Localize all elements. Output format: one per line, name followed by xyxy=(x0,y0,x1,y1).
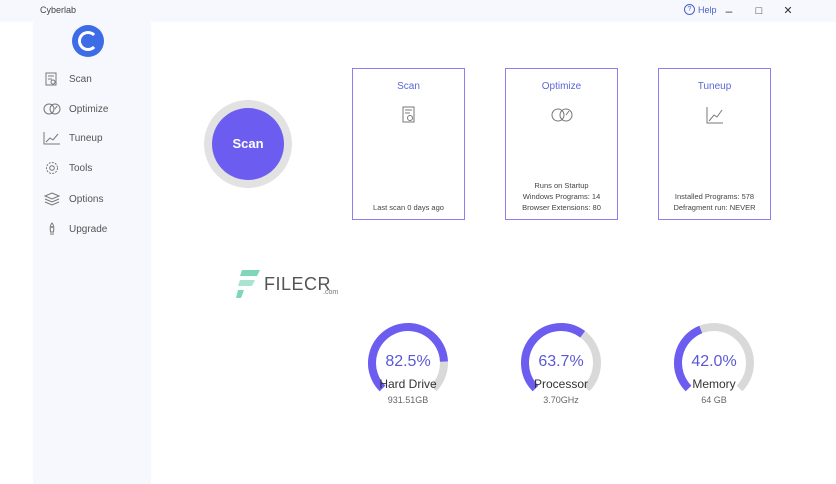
card-title: Tuneup xyxy=(697,81,732,92)
sidebar-item-scan[interactable]: Scan xyxy=(43,70,92,88)
close-button[interactable]: ✕ xyxy=(779,2,797,20)
app-logo xyxy=(72,25,104,57)
gauge-subvalue: 931.51GB xyxy=(387,395,429,405)
gauge-label: Memory xyxy=(692,377,736,391)
tuneup-card[interactable]: Tuneup Installed Programs: 578 Defragmen… xyxy=(658,68,771,220)
tuneup-icon xyxy=(43,132,60,145)
watermark-suffix: .com xyxy=(323,289,339,296)
card-details: Last scan 0 days ago xyxy=(353,202,464,213)
sidebar-item-upgrade[interactable]: Upgrade xyxy=(43,220,107,238)
gauge-subvalue: 64 GB xyxy=(701,395,727,405)
tuneup-icon xyxy=(706,107,723,124)
card-title: Optimize xyxy=(541,81,582,92)
scan-icon xyxy=(45,72,57,86)
card-title: Scan xyxy=(397,81,420,92)
hard-drive-gauge: 82.5% Hard Drive 931.51GB xyxy=(366,321,450,405)
card-details: Runs on Startup Windows Programs: 14 Bro… xyxy=(506,180,617,213)
gauge-label: Processor xyxy=(533,377,589,391)
sidebar-item-label: Optimize xyxy=(69,103,109,115)
card-detail-line: Windows Programs: 14 xyxy=(522,192,601,201)
help-label: Help xyxy=(698,4,717,15)
gauge-subvalue: 3.70GHz xyxy=(543,395,579,405)
sidebar-item-tools[interactable]: Tools xyxy=(43,159,92,177)
title-bar: Cyberlab ? Help – □ ✕ xyxy=(0,0,836,22)
card-detail-line: Runs on Startup xyxy=(534,181,589,190)
sidebar-item-label: Scan xyxy=(69,73,92,85)
sidebar-item-label: Upgrade xyxy=(69,223,108,235)
card-detail-line: Defragment run: NEVER xyxy=(673,203,756,212)
minimize-button[interactable]: – xyxy=(720,2,738,20)
gear-icon xyxy=(46,162,58,174)
optimize-icon xyxy=(551,108,573,122)
card-detail-line: Installed Programs: 578 xyxy=(674,192,755,201)
scan-button[interactable]: Scan xyxy=(212,108,284,180)
watermark-f-icon xyxy=(236,270,260,298)
memory-gauge: 42.0% Memory 64 GB xyxy=(672,321,756,405)
gauge-percent: 42.0% xyxy=(691,353,737,370)
processor-gauge: 63.7% Processor 3.70GHz xyxy=(519,321,603,405)
help-link[interactable]: ? Help xyxy=(684,4,717,15)
optimize-card[interactable]: Optimize Runs on Startup Windows Program… xyxy=(505,68,618,220)
sidebar-item-options[interactable]: Options xyxy=(43,190,103,208)
card-detail-line: Last scan 0 days ago xyxy=(373,203,444,212)
scan-icon xyxy=(402,106,415,123)
maximize-button[interactable]: □ xyxy=(750,2,768,20)
rocket-icon xyxy=(49,222,55,235)
sidebar-item-label: Tuneup xyxy=(69,132,103,144)
app-title: Cyberlab xyxy=(40,5,77,15)
gauge-percent: 63.7% xyxy=(538,353,584,370)
sidebar xyxy=(33,22,151,484)
help-icon: ? xyxy=(684,4,695,15)
gauge-percent: 82.5% xyxy=(385,353,431,370)
gauge-label: Hard Drive xyxy=(379,377,437,391)
sidebar-item-label: Tools xyxy=(69,162,93,174)
optimize-icon xyxy=(43,103,61,115)
sidebar-item-tuneup[interactable]: Tuneup xyxy=(43,129,103,147)
card-detail-line: Browser Extensions: 80 xyxy=(522,203,601,212)
scan-button-ring: Scan xyxy=(204,100,292,188)
sidebar-item-label: Options xyxy=(69,193,104,205)
watermark-logo: FILECR .com xyxy=(236,268,338,300)
sidebar-item-optimize[interactable]: Optimize xyxy=(43,100,108,118)
watermark-text: FILECR xyxy=(264,273,332,294)
logo-c-icon xyxy=(78,31,98,51)
layers-icon xyxy=(43,192,61,206)
scan-card[interactable]: Scan Last scan 0 days ago xyxy=(352,68,465,220)
card-details: Installed Programs: 578 Defragment run: … xyxy=(659,191,770,213)
